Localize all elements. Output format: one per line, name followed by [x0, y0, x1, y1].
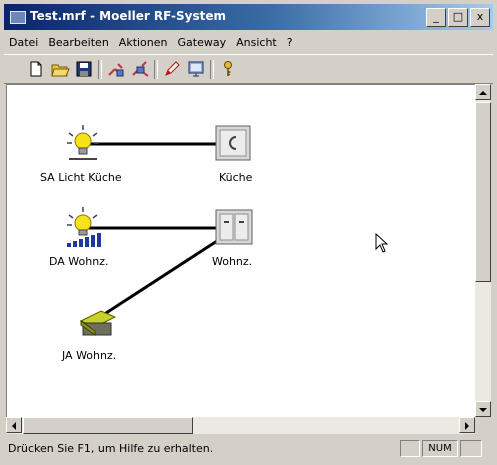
- menu-bearbeiten[interactable]: Bearbeiten: [43, 36, 113, 49]
- monitor-icon: [188, 61, 204, 77]
- device-label: DA Wohnz.: [49, 255, 109, 268]
- dimmer-light-icon[interactable]: [63, 205, 107, 249]
- status-bar: Drücken Sie F1, um Hilfe zu erhalten. NU…: [4, 437, 493, 461]
- device-connect-icon: [108, 63, 124, 77]
- scroll-right-button[interactable]: [459, 417, 475, 433]
- horizontal-scrollbar[interactable]: [6, 417, 475, 434]
- menu-help[interactable]: ?: [282, 36, 298, 49]
- toolbar-separator: [154, 60, 158, 79]
- monitor-button[interactable]: [186, 60, 206, 78]
- arrow-left-icon: [12, 422, 16, 430]
- window-controls: _ □ x: [426, 8, 490, 27]
- device-label: Wohnz.: [212, 255, 253, 268]
- title-bar[interactable]: Test.mrf - Moeller RF-System _ □ x: [4, 4, 493, 30]
- vertical-scroll-thumb[interactable]: [475, 102, 491, 282]
- close-button[interactable]: x: [470, 8, 490, 27]
- arrow-down-icon: [479, 408, 487, 412]
- device-label: JA Wohnz.: [62, 349, 117, 362]
- minimize-button[interactable]: _: [426, 8, 446, 27]
- status-text: Drücken Sie F1, um Hilfe zu erhalten.: [8, 442, 214, 455]
- edit-button[interactable]: [162, 60, 182, 78]
- menu-gateway[interactable]: Gateway: [173, 36, 232, 49]
- menu-ansicht[interactable]: Ansicht: [231, 36, 282, 49]
- device-disconnect-icon: [132, 61, 149, 77]
- maximize-button[interactable]: □: [448, 8, 468, 27]
- new-document-button[interactable]: [26, 60, 46, 78]
- device-label: Küche: [219, 171, 253, 184]
- status-panel-caps: [400, 440, 420, 457]
- toolbar-separator: [98, 60, 102, 79]
- device-label: SA Licht Küche: [40, 171, 122, 184]
- disconnect-device-button[interactable]: [130, 60, 150, 78]
- scroll-down-button[interactable]: [475, 401, 491, 417]
- menu-bar: Datei Bearbeiten Aktionen Gateway Ansich…: [4, 32, 493, 52]
- vertical-scrollbar[interactable]: [475, 84, 491, 417]
- connect-device-button[interactable]: [106, 60, 126, 78]
- pencil-icon: [165, 61, 180, 76]
- switch-actuator-icon[interactable]: [215, 125, 251, 161]
- horizontal-scroll-thumb[interactable]: [23, 417, 193, 434]
- blind-actuator-icon[interactable]: [77, 301, 117, 339]
- window-title: Test.mrf - Moeller RF-System: [30, 9, 226, 23]
- app-icon: [10, 11, 26, 24]
- new-document-icon: [30, 61, 42, 77]
- arrow-right-icon: [465, 422, 469, 430]
- toolbar: [4, 54, 493, 84]
- scrollbar-corner: [475, 417, 491, 434]
- menu-aktionen[interactable]: Aktionen: [114, 36, 173, 49]
- arrow-up-icon: [479, 91, 487, 95]
- double-switch-icon[interactable]: [215, 209, 253, 245]
- mouse-cursor-icon: [375, 233, 389, 253]
- status-panel-num: NUM: [422, 440, 458, 457]
- key-button[interactable]: [218, 60, 238, 78]
- save-disk-icon: [76, 61, 92, 77]
- open-button[interactable]: [50, 60, 70, 78]
- application-window: Test.mrf - Moeller RF-System _ □ x Datei…: [0, 0, 497, 465]
- status-panel-scroll: [460, 440, 482, 457]
- toolbar-separator: [210, 60, 214, 79]
- key-icon: [224, 61, 232, 76]
- scroll-left-button[interactable]: [6, 417, 22, 433]
- light-bulb-icon[interactable]: [63, 123, 103, 165]
- save-button[interactable]: [74, 60, 94, 78]
- menu-datei[interactable]: Datei: [4, 36, 43, 49]
- device-canvas[interactable]: SA Licht Küche Küche DA Wohnz. Wohnz. JA…: [6, 84, 476, 418]
- open-folder-icon: [51, 64, 70, 77]
- scroll-up-button[interactable]: [475, 84, 491, 100]
